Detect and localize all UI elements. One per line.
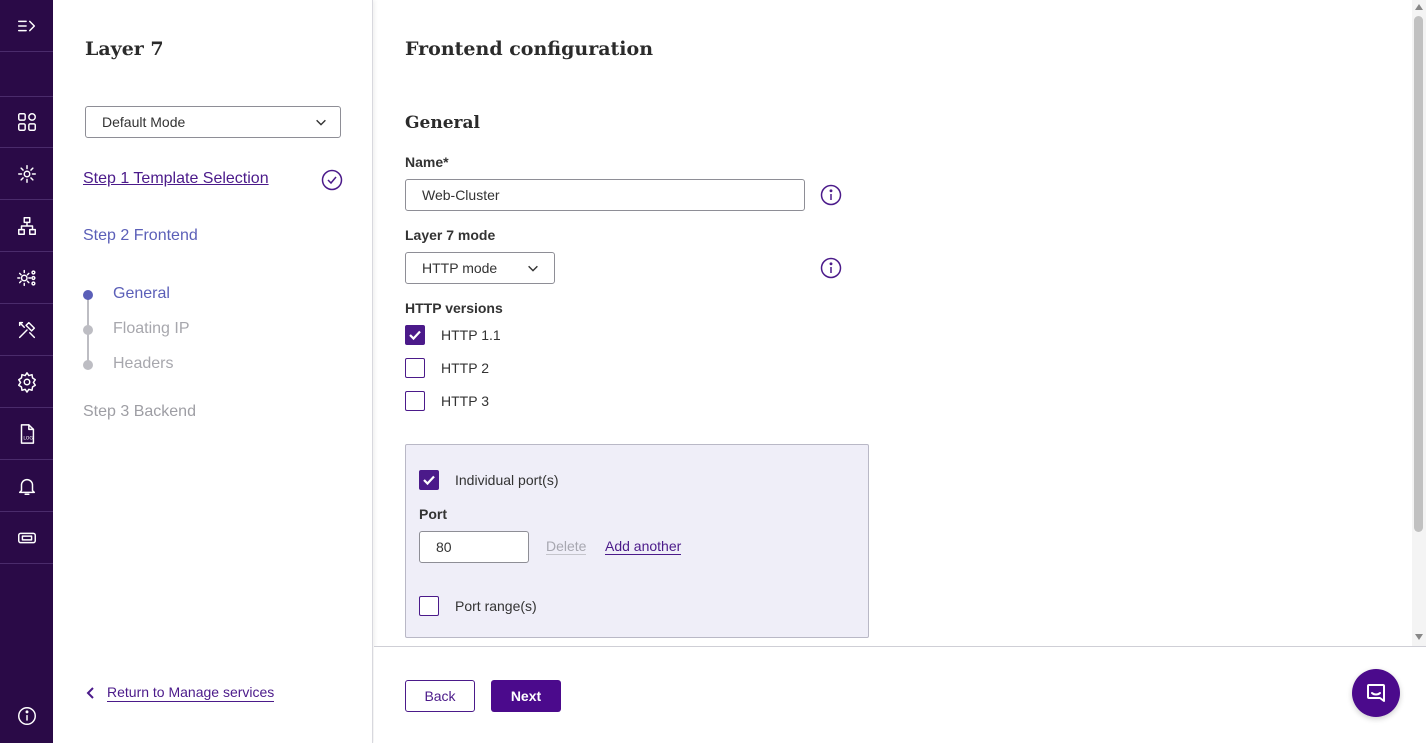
mode-select-value: Default Mode xyxy=(102,114,186,130)
individual-ports-option[interactable]: Individual port(s) xyxy=(419,470,559,490)
scroll-down-arrow-icon[interactable] xyxy=(1415,634,1423,640)
delete-port-link[interactable]: Delete xyxy=(546,538,587,555)
notifications-icon xyxy=(18,478,35,495)
tools-icon xyxy=(18,321,35,338)
step-2-label[interactable]: Step 2 Frontend xyxy=(83,227,198,245)
rail-item-license[interactable] xyxy=(0,512,53,564)
next-button[interactable]: Next xyxy=(491,680,561,712)
page-title: Frontend configuration xyxy=(405,38,654,60)
port-range-label: Port range(s) xyxy=(455,598,537,614)
port-range-option[interactable]: Port range(s) xyxy=(419,596,537,616)
layer7-mode-value: HTTP mode xyxy=(422,260,498,276)
http-2-label: HTTP 2 xyxy=(441,360,489,376)
chevron-down-icon xyxy=(528,265,538,272)
individual-ports-checkbox[interactable] xyxy=(419,470,439,490)
rail-item-services[interactable] xyxy=(0,148,53,200)
rail-item-logs[interactable]: LOG xyxy=(0,408,53,460)
substep-dot xyxy=(83,360,93,370)
chevron-down-icon xyxy=(316,119,326,126)
substep-headers[interactable]: Headers xyxy=(113,355,173,373)
layer7-mode-select[interactable]: HTTP mode xyxy=(405,252,555,284)
http-versions-label: HTTP versions xyxy=(405,300,503,316)
http-1-1-label: HTTP 1.1 xyxy=(441,327,501,343)
substep-dot xyxy=(83,325,93,335)
section-title: General xyxy=(405,113,480,133)
svg-text:LOG: LOG xyxy=(23,435,33,441)
step-1-link[interactable]: Step 1 Template Selection xyxy=(83,170,269,188)
http-3-option[interactable]: HTTP 3 xyxy=(405,391,489,411)
log-icon: LOG xyxy=(20,423,34,444)
http-2-option[interactable]: HTTP 2 xyxy=(405,358,489,378)
expand-icon xyxy=(17,20,35,31)
scroll-up-arrow-icon[interactable] xyxy=(1415,4,1423,10)
step-3-label[interactable]: Step 3 Backend xyxy=(83,403,196,421)
network-icon xyxy=(17,216,36,235)
port-input[interactable] xyxy=(419,531,529,563)
http-1-1-checkbox[interactable] xyxy=(405,325,425,345)
dashboard-icon xyxy=(17,113,36,131)
rail-item-network[interactable] xyxy=(0,200,53,252)
rail-item-dashboard[interactable] xyxy=(0,96,53,148)
info-icon xyxy=(17,707,36,725)
main-content: Frontend configuration General Name* Lay… xyxy=(374,0,1426,743)
layer7-mode-info-icon[interactable] xyxy=(820,257,842,279)
substep-general[interactable]: General xyxy=(113,285,170,303)
chevron-left-icon xyxy=(86,687,94,699)
scrollbar-thumb[interactable] xyxy=(1414,16,1423,532)
substep-dot-active xyxy=(83,290,93,300)
wizard-footer: Back Next xyxy=(374,646,1426,743)
individual-ports-label: Individual port(s) xyxy=(455,472,559,488)
port-label: Port xyxy=(419,506,447,522)
rail-item-notifications[interactable] xyxy=(0,460,53,512)
services-icon xyxy=(17,164,36,183)
wizard-title: Layer 7 xyxy=(85,38,164,60)
settings-icon xyxy=(17,371,36,393)
expand-menu-button[interactable] xyxy=(0,0,53,52)
add-another-port-link[interactable]: Add another xyxy=(605,538,682,555)
chat-icon xyxy=(1367,684,1385,702)
back-button[interactable]: Back xyxy=(405,680,475,712)
system-config-icon xyxy=(16,269,36,286)
return-link-label: Return to Manage services xyxy=(107,684,275,702)
http-2-checkbox[interactable] xyxy=(405,358,425,378)
return-link[interactable]: Return to Manage services xyxy=(83,684,275,702)
chat-launcher-button[interactable] xyxy=(1352,669,1400,717)
http-3-checkbox[interactable] xyxy=(405,391,425,411)
mode-select[interactable]: Default Mode xyxy=(85,106,341,138)
rail-item-system-config[interactable] xyxy=(0,252,53,304)
name-info-icon[interactable] xyxy=(820,184,842,206)
checkmark-icon xyxy=(409,330,421,341)
name-input[interactable] xyxy=(405,179,805,211)
http-3-label: HTTP 3 xyxy=(441,393,489,409)
http-1-1-option[interactable]: HTTP 1.1 xyxy=(405,325,501,345)
license-icon xyxy=(17,532,36,543)
checkmark-icon xyxy=(423,475,435,486)
rail-item-settings[interactable] xyxy=(0,356,53,408)
scrollbar[interactable] xyxy=(1412,0,1426,646)
port-config-panel: Individual port(s) Port Delete Add anoth… xyxy=(405,444,869,638)
check-circle-icon xyxy=(321,169,343,191)
layer7-mode-label: Layer 7 mode xyxy=(405,227,496,243)
wizard-sidebar: Layer 7 Default Mode Step 1 Template Sel… xyxy=(53,0,373,743)
name-label: Name* xyxy=(405,154,449,170)
substep-floating-ip[interactable]: Floating IP xyxy=(113,320,189,338)
rail-item-tools[interactable] xyxy=(0,304,53,356)
port-range-checkbox[interactable] xyxy=(419,596,439,616)
rail-info-button[interactable] xyxy=(0,694,53,738)
icon-rail: LOG xyxy=(0,0,53,743)
